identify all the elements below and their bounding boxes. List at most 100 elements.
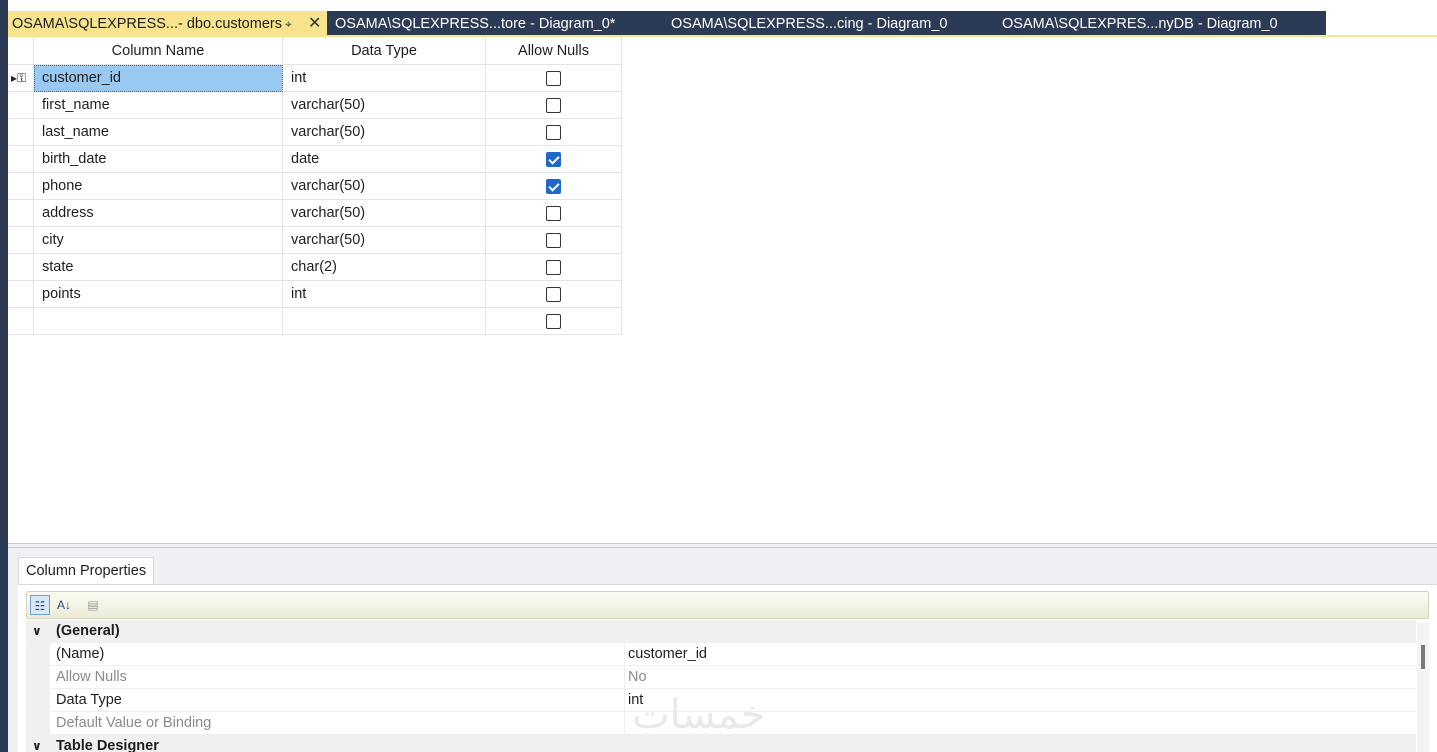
header-data-type[interactable]: Data Type [283, 37, 486, 65]
property-name: (Name) [56, 646, 105, 662]
table-row[interactable]: address varchar(50) [8, 200, 622, 227]
allow-nulls-checkbox[interactable] [546, 125, 561, 140]
row-selector[interactable] [8, 200, 34, 227]
allow-nulls-checkbox[interactable] [546, 314, 561, 329]
table-row[interactable]: first_name varchar(50) [8, 92, 622, 119]
close-icon[interactable]: ✕ [308, 11, 321, 37]
allow-nulls-cell [486, 281, 622, 308]
watermark-logo: خمسات [632, 692, 766, 738]
allow-nulls-checkbox[interactable] [546, 260, 561, 275]
pin-icon[interactable]: ⌖ [285, 11, 292, 37]
grid-header: Column Name Data Type Allow Nulls [8, 37, 622, 65]
row-selector[interactable] [8, 227, 34, 254]
column-name-cell[interactable]: customer_id [34, 65, 283, 92]
properties-scrollbar[interactable] [1417, 623, 1429, 752]
property-divider [624, 689, 625, 712]
data-type-cell[interactable]: int [283, 281, 486, 308]
tab-companydb-diagram[interactable]: OSAMA\SQLEXPRES...nyDB - Diagram_0 [1002, 11, 1278, 37]
chevron-down-icon[interactable]: ∨ [32, 620, 42, 643]
table-row[interactable]: phone varchar(50) [8, 173, 622, 200]
allow-nulls-cell [486, 227, 622, 254]
data-type-cell[interactable]: date [283, 146, 486, 173]
allow-nulls-cell [486, 65, 622, 92]
allow-nulls-cell [486, 173, 622, 200]
row-selector[interactable] [8, 119, 34, 146]
property-value[interactable]: No [628, 666, 647, 689]
property-name: Data Type [56, 692, 122, 708]
data-type-cell[interactable] [283, 308, 486, 335]
property-pages-icon[interactable]: ▤ [83, 595, 103, 615]
table-row[interactable]: state char(2) [8, 254, 622, 281]
row-selector[interactable] [8, 92, 34, 119]
allow-nulls-cell [486, 146, 622, 173]
row-selector[interactable] [8, 308, 34, 335]
allow-nulls-checkbox[interactable] [546, 71, 561, 86]
row-selector[interactable] [8, 254, 34, 281]
row-selector[interactable]: ▸⚿ [8, 65, 34, 92]
tab-label: OSAMA\SQLEXPRESS...- dbo.customers [12, 16, 282, 32]
data-type-cell[interactable]: varchar(50) [283, 227, 486, 254]
column-name-cell[interactable]: last_name [34, 119, 283, 146]
row-selector[interactable] [8, 146, 34, 173]
column-name-cell[interactable]: first_name [34, 92, 283, 119]
property-margin [26, 643, 50, 666]
allow-nulls-checkbox[interactable] [546, 152, 561, 167]
allow-nulls-checkbox[interactable] [546, 98, 561, 113]
table-row[interactable]: birth_date date [8, 146, 622, 173]
allow-nulls-cell [486, 200, 622, 227]
categorized-icon[interactable]: ☷ [30, 595, 50, 615]
property-category[interactable]: ∨ (General) [26, 620, 1416, 643]
tab-column-properties[interactable]: Column Properties [18, 557, 155, 584]
data-type-cell[interactable]: varchar(50) [283, 119, 486, 146]
property-row[interactable]: (Name) customer_id [26, 643, 1416, 666]
property-name: (General) [56, 623, 120, 639]
scrollbar-thumb[interactable] [1421, 645, 1425, 669]
table-row[interactable]: last_name varchar(50) [8, 119, 622, 146]
tab-store-diagram[interactable]: OSAMA\SQLEXPRESS...tore - Diagram_0* [335, 11, 615, 37]
property-row[interactable]: Allow Nulls No [26, 666, 1416, 689]
property-margin [26, 666, 50, 689]
header-allow-nulls[interactable]: Allow Nulls [486, 37, 622, 65]
table-row[interactable] [8, 308, 622, 335]
allow-nulls-checkbox[interactable] [546, 287, 561, 302]
column-name-cell[interactable]: address [34, 200, 283, 227]
table-row[interactable]: points int [8, 281, 622, 308]
table-row[interactable]: city varchar(50) [8, 227, 622, 254]
allow-nulls-cell [486, 92, 622, 119]
property-divider [624, 666, 625, 689]
property-divider [624, 643, 625, 666]
data-type-cell[interactable]: varchar(50) [283, 173, 486, 200]
column-name-cell[interactable] [34, 308, 283, 335]
row-selector[interactable] [8, 281, 34, 308]
data-type-cell[interactable]: varchar(50) [283, 200, 486, 227]
allow-nulls-checkbox[interactable] [546, 179, 561, 194]
alphabetical-icon[interactable]: A↓ [54, 595, 74, 615]
allow-nulls-checkbox[interactable] [546, 233, 561, 248]
property-name: Allow Nulls [56, 669, 127, 685]
property-margin [26, 689, 50, 712]
data-type-cell[interactable]: varchar(50) [283, 92, 486, 119]
table-row[interactable]: ▸⚿ customer_id int [8, 65, 622, 92]
document-tabstrip: OSAMA\SQLEXPRESS...- dbo.customers ⌖ ✕ O… [8, 0, 1437, 37]
properties-toolbar: ☷ A↓ ▤ [26, 591, 1429, 619]
header-column-name[interactable]: Column Name [34, 37, 283, 65]
tab-customers[interactable]: OSAMA\SQLEXPRESS...- dbo.customers ⌖ ✕ [8, 11, 327, 37]
row-selector[interactable] [8, 173, 34, 200]
tab-invoicing-diagram[interactable]: OSAMA\SQLEXPRESS...cing - Diagram_0 [671, 11, 947, 37]
property-value[interactable]: customer_id [628, 643, 707, 666]
column-name-cell[interactable]: city [34, 227, 283, 254]
tab-label: OSAMA\SQLEXPRESS...tore - Diagram_0* [335, 16, 616, 32]
property-divider [624, 712, 625, 735]
tab-label: OSAMA\SQLEXPRES...nyDB - Diagram_0 [1002, 16, 1278, 32]
chevron-down-icon[interactable]: ∨ [32, 735, 42, 752]
allow-nulls-cell [486, 308, 622, 335]
tab-label: OSAMA\SQLEXPRESS...cing - Diagram_0 [671, 16, 948, 32]
column-name-cell[interactable]: points [34, 281, 283, 308]
allow-nulls-checkbox[interactable] [546, 206, 561, 221]
column-name-cell[interactable]: phone [34, 173, 283, 200]
data-type-cell[interactable]: char(2) [283, 254, 486, 281]
column-name-cell[interactable]: state [34, 254, 283, 281]
primary-key-icon: ▸⚿ [11, 71, 27, 85]
column-name-cell[interactable]: birth_date [34, 146, 283, 173]
data-type-cell[interactable]: int [283, 65, 486, 92]
